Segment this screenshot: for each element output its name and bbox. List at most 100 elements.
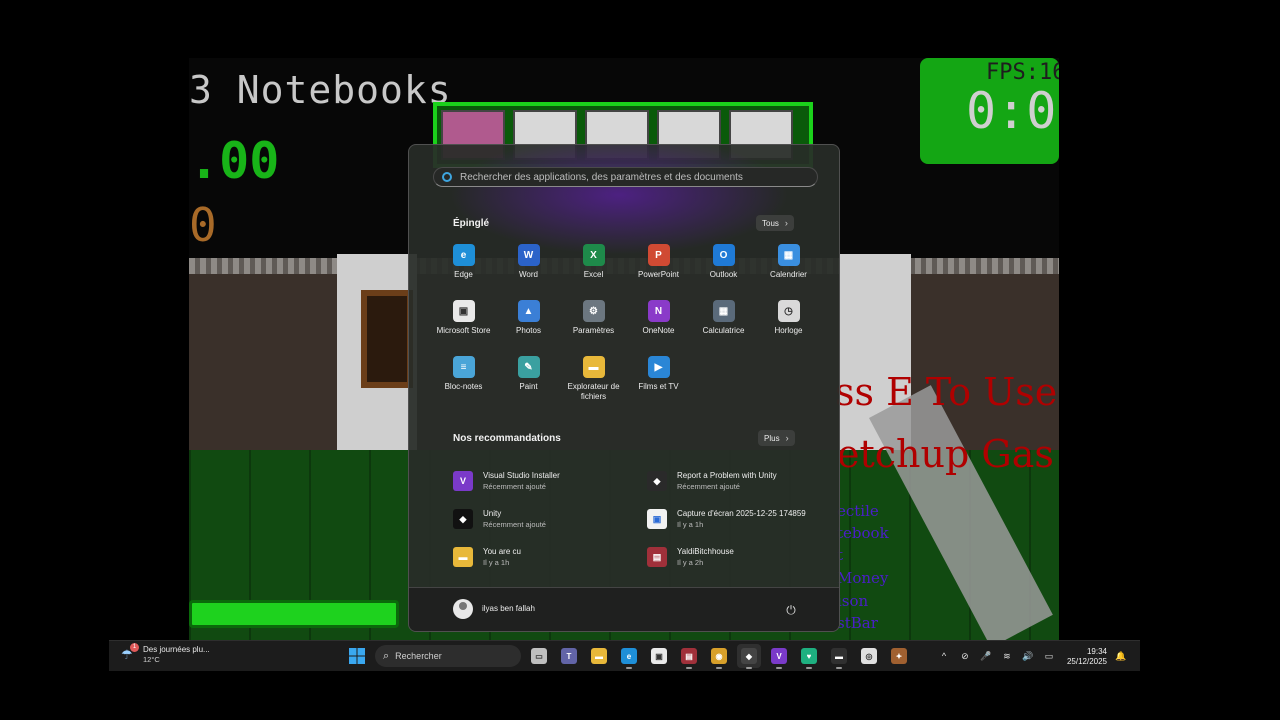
pinned-app-word[interactable]: W Word (496, 244, 561, 300)
pinned-app-label: Paramètres (572, 326, 615, 335)
more-recommendations-button[interactable]: Plus › (758, 430, 795, 446)
pinned-app-horloge[interactable]: ◷ Horloge (756, 300, 821, 356)
pinned-app-outlook[interactable]: O Outlook (691, 244, 756, 300)
user-avatar-icon[interactable] (453, 599, 473, 619)
clock-icon: ◷ (777, 300, 800, 322)
pinned-app-calendrier[interactable]: ▦ Calendrier (756, 244, 821, 300)
recommendation-item[interactable]: ▬ You are cu Il y a 1h (453, 538, 647, 576)
edge-icon: e (621, 648, 637, 664)
chrome-button[interactable]: ◉ (707, 644, 731, 669)
calendar-icon: ▦ (777, 244, 800, 266)
recommendation-name: YaldiBitchhouse (677, 547, 734, 556)
weather-widget[interactable]: ☂ 1 Des journées plu... 12°C (121, 642, 210, 664)
file-explorer-button[interactable]: ▬ (587, 644, 611, 668)
photos-icon: ▲ (517, 300, 540, 322)
stamina-value: .00 (189, 132, 280, 190)
task-view-button[interactable]: ▭ (527, 644, 551, 668)
pinned-app-explorateur-de-fichiers[interactable]: ▬ Explorateur de fichiers (561, 356, 626, 412)
network-off-icon[interactable]: ⊘ (958, 651, 972, 662)
pinned-app-label: Films et TV (638, 382, 679, 391)
more-label: Plus (764, 433, 780, 443)
notifications-icon[interactable]: 🔔 (1114, 651, 1128, 662)
pinned-app-powerpoint[interactable]: P PowerPoint (626, 244, 691, 300)
start-search-input[interactable] (460, 171, 800, 183)
recommendation-subtitle: Récemment ajouté (483, 482, 546, 491)
recommendation-item[interactable]: ◆ Unity Récemment ajouté (453, 500, 647, 538)
pinned-app-films-et-tv[interactable]: ▶ Films et TV (626, 356, 691, 412)
films-tv-icon: ▶ (647, 356, 670, 378)
side-list-item: stBar (837, 614, 878, 632)
all-apps-button[interactable]: Tous › (756, 215, 794, 231)
clock-time: 19:34 (1086, 646, 1107, 656)
app-heart-button[interactable]: ♥ (797, 644, 821, 669)
pinned-app-label: Bloc-notes (444, 382, 483, 391)
door (361, 290, 413, 388)
media-icon: ◎ (861, 648, 877, 664)
running-indicator (806, 667, 812, 669)
chevron-right-icon: › (785, 433, 789, 443)
winrar-button[interactable]: ▤ (677, 644, 701, 669)
pinned-app-photos[interactable]: ▲ Photos (496, 300, 561, 356)
store-icon: ▣ (651, 648, 667, 664)
pinned-app-onenote[interactable]: N OneNote (626, 300, 691, 356)
recommendation-name: You are cu (483, 547, 521, 556)
pinned-app-label: Calculatrice (702, 326, 745, 335)
file-explorer-icon: ▬ (582, 356, 605, 378)
system-tray: ^ ⊘ 🎤 ≋ 🔊 ▭ 19:34 25/12/2025 🔔 (937, 645, 1128, 667)
side-list-item: ison (837, 592, 869, 610)
recommendation-item[interactable]: ◆ Report a Problem with Unity Récemment aj… (647, 462, 817, 500)
running-indicator (836, 667, 842, 669)
pinned-app-bloc-notes[interactable]: ≡ Bloc-notes (431, 356, 496, 412)
terminal-button[interactable]: ▬ (827, 644, 851, 669)
visual-studio-button[interactable]: V (767, 644, 791, 669)
battery-icon[interactable]: ▭ (1042, 651, 1056, 662)
taskbar-search-label: Rechercher (395, 651, 442, 661)
recommendation-item[interactable]: ▤ YaldiBitchhouse Il y a 2h (647, 538, 817, 576)
fps-panel: FPS:16 0:00 (920, 58, 1059, 164)
clock[interactable]: 19:34 25/12/2025 (1067, 647, 1107, 666)
edge-icon: e (452, 244, 475, 266)
pinned-app-label: Photos (516, 326, 541, 335)
taskbar-search-box[interactable]: ⌕ Rechercher (375, 645, 521, 667)
pinned-app-label: Explorateur de fichiers (567, 382, 620, 401)
clock-date: 25/12/2025 (1066, 656, 1107, 666)
pinned-app-microsoft-store[interactable]: ▣ Microsoft Store (431, 300, 496, 356)
store-icon: ▣ (452, 300, 475, 322)
edge-button[interactable]: e (617, 644, 641, 669)
winrar-icon: ▤ (681, 648, 697, 664)
pinned-app-edge[interactable]: e Edge (431, 244, 496, 300)
pinned-app-paint[interactable]: ✎ Paint (496, 356, 561, 412)
microphone-icon[interactable]: 🎤 (979, 651, 993, 662)
user-name[interactable]: ilyas ben fallah (482, 604, 535, 613)
wifi-icon[interactable]: ≋ (1000, 651, 1014, 662)
winrar-icon: ▤ (647, 547, 667, 567)
power-icon[interactable]: ⏻ (783, 602, 799, 618)
store-button[interactable]: ▣ (647, 644, 671, 668)
start-button[interactable] (345, 644, 369, 668)
recommendation-item[interactable]: ▣ Capture d'écran 2025-12-25 174859 Il y a… (647, 500, 817, 538)
umbrella-icon: ☂ 1 (121, 642, 139, 663)
hint-item-name: etchup Gas (837, 432, 1054, 476)
recommendation-item[interactable]: V Visual Studio Installer Récemment ajouté (453, 462, 647, 500)
user-footer: ilyas ben fallah ⏻ (409, 587, 839, 631)
teams-button[interactable]: T (557, 644, 581, 668)
pinned-taskbar-apps: ▭ T ▬ e ▣ ▤ ◉ ◆ V ♥ ▬ ◎ ✦ (527, 644, 911, 669)
calculator-icon: ▦ (712, 300, 735, 322)
all-apps-label: Tous (762, 218, 779, 228)
game-button[interactable]: ✦ (887, 644, 911, 668)
pinned-app-calculatrice[interactable]: ▦ Calculatrice (691, 300, 756, 356)
search-icon (442, 172, 452, 182)
pinned-app-excel[interactable]: X Excel (561, 244, 626, 300)
media-button[interactable]: ◎ (857, 644, 881, 668)
hint-press-e: ss E To Use (835, 370, 1058, 414)
unity-button[interactable]: ◆ (737, 644, 761, 669)
running-indicator (776, 667, 782, 669)
volume-icon[interactable]: 🔊 (1021, 651, 1035, 662)
recommendation-subtitle: Il y a 1h (677, 520, 704, 529)
pinned-title: Épinglé (453, 218, 490, 229)
start-search-box[interactable] (433, 167, 818, 187)
screen: 3 Notebooks .00 0 FPS:16 0:00 ss E To Us… (0, 0, 1280, 720)
secondary-value: 0 (189, 198, 217, 252)
pinned-app-param-tres[interactable]: ⚙ Paramètres (561, 300, 626, 356)
show-hidden-icons-icon[interactable]: ^ (937, 651, 951, 661)
